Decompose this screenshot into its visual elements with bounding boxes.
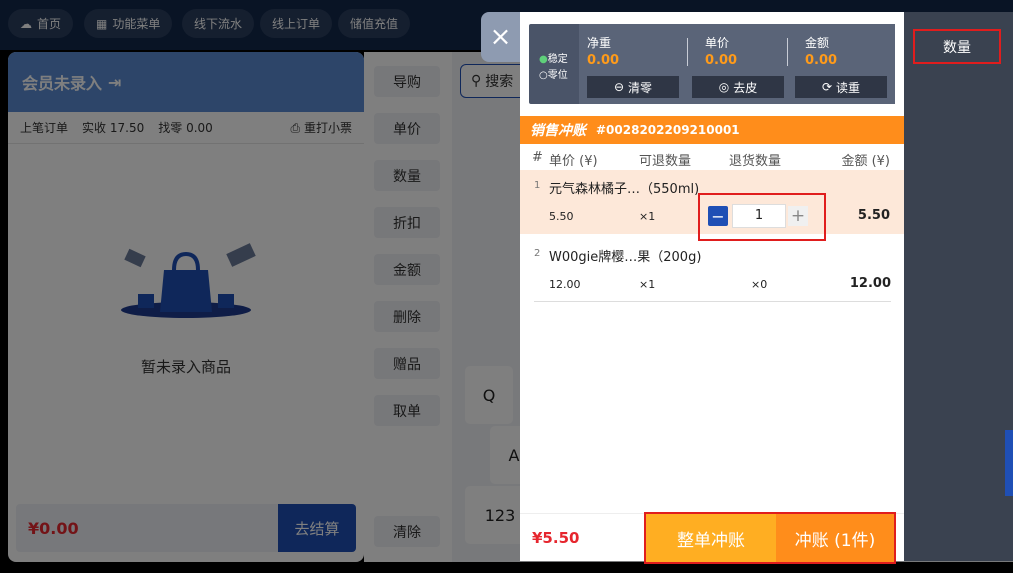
refund-quantity-input[interactable]: 1 [732, 204, 786, 228]
partial-refund-button[interactable]: 冲账 (1件) [776, 514, 894, 562]
minus-circle-icon: ⊖ [613, 80, 625, 94]
plus-icon[interactable]: + [788, 206, 808, 226]
refund-actions: 整单冲账 冲账 (1件) [644, 512, 896, 564]
whole-refund-button[interactable]: 整单冲账 [646, 514, 776, 562]
refund-banner: 销售冲账 #0028202209210001 [520, 116, 904, 144]
scale-unit-price: 单价 0.00 [705, 36, 738, 68]
close-icon[interactable]: × [481, 12, 520, 62]
divider [687, 38, 688, 66]
refund-quantity-stepper: − 1 + [698, 193, 826, 241]
refund-panel: ●稳定 ○零位 净重 0.00 单价 0.00 金额 0.00 ⊖ 清零 ◎ 去皮 … [520, 12, 904, 564]
net-weight: 净重 0.00 [587, 36, 620, 68]
refund-total: ¥5.50 [532, 529, 580, 547]
table-row[interactable]: 1 元气森林橘子…（550ml) 5.50 ×1 − 1 + 5.50 [520, 170, 904, 241]
read-weight-button[interactable]: ⟳ 读重 [795, 76, 887, 98]
quantity-field-label: 数量 [913, 29, 1001, 64]
table-header: # 单价 (¥) 可退数量 退货数量 金额 (¥) [532, 150, 890, 169]
refund-footer: ¥5.50 整单冲账 冲账 (1件) [520, 512, 904, 564]
minus-icon[interactable]: − [708, 206, 728, 226]
refresh-icon: ⟳ [821, 80, 833, 94]
tare-button[interactable]: ◎ 去皮 [692, 76, 784, 98]
side-strip [904, 12, 1013, 561]
edge-tab [1005, 430, 1013, 496]
scale-amount: 金额 0.00 [805, 36, 838, 68]
scale-display: ●稳定 ○零位 净重 0.00 单价 0.00 金额 0.00 ⊖ 清零 ◎ 去皮 … [529, 24, 895, 104]
divider [787, 38, 788, 66]
zero-indicator: ○零位 [539, 70, 568, 81]
tare-icon: ◎ [718, 80, 730, 94]
stable-indicator: ●稳定 [539, 54, 568, 65]
zero-button[interactable]: ⊖ 清零 [587, 76, 679, 98]
table-row[interactable]: 2 W00gie牌樱…果（200g) 12.00 ×1 ×0 12.00 [534, 238, 891, 302]
